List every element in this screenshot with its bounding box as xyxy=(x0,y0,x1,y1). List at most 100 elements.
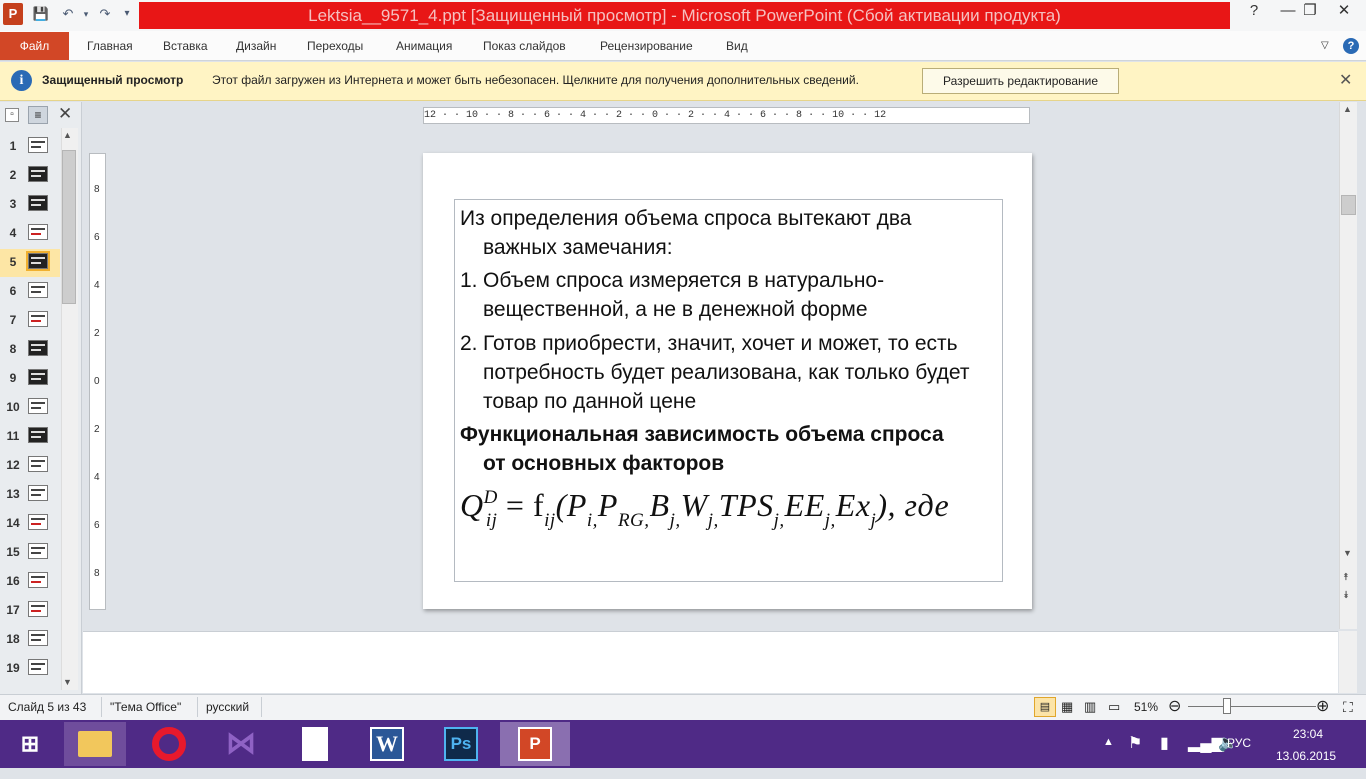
power-icon[interactable]: ▮ xyxy=(1160,733,1169,753)
redo-icon[interactable]: ↷ xyxy=(96,5,114,23)
clock-time[interactable]: 23:04 xyxy=(1293,727,1323,741)
clock-date[interactable]: 13.06.2015 xyxy=(1276,749,1336,763)
help-icon[interactable]: ? xyxy=(1343,38,1359,54)
windows-start-icon[interactable]: ⊞ xyxy=(6,722,54,766)
slide-thumbnail[interactable]: 8 xyxy=(0,336,60,364)
slide-thumbnail-image[interactable] xyxy=(28,514,48,530)
slide-thumbnail-image[interactable] xyxy=(28,485,48,501)
close-icon[interactable]: ✕ xyxy=(1339,70,1352,90)
blank-document-icon[interactable] xyxy=(284,722,346,766)
slides-tab-icon[interactable]: ▫ xyxy=(5,108,19,122)
slide-thumbnail-image[interactable] xyxy=(28,427,48,443)
slide-thumbnail[interactable]: 9 xyxy=(0,365,60,393)
theme-name[interactable]: "Тема Office" xyxy=(110,694,181,720)
photoshop-icon[interactable]: Ps xyxy=(430,722,492,766)
tab-view[interactable]: Вид xyxy=(726,31,748,61)
undo-icon[interactable]: ↶ xyxy=(56,5,80,23)
scroll-up-icon[interactable]: ▲ xyxy=(1343,104,1352,114)
slide-thumbnail-image[interactable] xyxy=(28,630,48,646)
tab-design[interactable]: Дизайн xyxy=(236,31,276,61)
visual-studio-icon[interactable]: ⋈ xyxy=(210,722,272,766)
next-slide-icon[interactable]: ⯯ xyxy=(1343,590,1349,601)
slide-thumbnail-image[interactable] xyxy=(28,369,48,385)
slides-panel-scroll-thumb[interactable] xyxy=(62,150,76,304)
slide-thumbnail[interactable]: 3 xyxy=(0,191,60,219)
slide-thumbnail-image[interactable] xyxy=(26,251,50,271)
scroll-up-icon[interactable]: ▲ xyxy=(63,130,72,140)
slide-thumbnail[interactable]: 1 xyxy=(0,133,60,161)
slideshow-view-icon[interactable]: ▭ xyxy=(1108,694,1120,720)
zoom-level[interactable]: 51% xyxy=(1134,694,1158,720)
slide-thumbnail-image[interactable] xyxy=(28,282,48,298)
scroll-down-icon[interactable]: ▼ xyxy=(1343,548,1352,558)
ribbon-collapse-icon[interactable]: ▽ xyxy=(1321,31,1329,61)
fit-to-window-icon[interactable]: ⛶ xyxy=(1343,694,1353,720)
slide-thumbnail-image[interactable] xyxy=(28,137,48,153)
slide-thumbnail-image[interactable] xyxy=(28,340,48,356)
enable-editing-button[interactable]: Разрешить редактирование xyxy=(922,68,1119,94)
slide-thumbnail[interactable]: 6 xyxy=(0,278,60,306)
slide-number: 3 xyxy=(9,197,17,211)
tab-animation[interactable]: Анимация xyxy=(396,31,452,61)
close-button[interactable]: ✕ xyxy=(1322,0,1366,24)
slide-thumbnail[interactable]: 17 xyxy=(0,597,60,625)
tab-file[interactable]: Файл xyxy=(0,32,69,60)
powerpoint-taskbar-icon[interactable]: P xyxy=(500,722,570,766)
reading-view-icon[interactable]: ▥ xyxy=(1084,694,1096,720)
file-explorer-icon[interactable] xyxy=(64,722,126,766)
zoom-slider-thumb[interactable] xyxy=(1222,698,1231,714)
slide-thumbnail[interactable]: 7 xyxy=(0,307,60,335)
tab-review[interactable]: Рецензирование xyxy=(600,31,693,61)
customize-toolbar-icon[interactable]: ▾ xyxy=(120,5,134,23)
slide-thumbnail[interactable]: 12 xyxy=(0,452,60,480)
action-center-flag-icon[interactable]: ⚑ xyxy=(1128,733,1142,753)
slide-thumbnail-image[interactable] xyxy=(28,398,48,414)
slide-thumbnail[interactable]: 4 xyxy=(0,220,60,248)
slide-sorter-icon[interactable]: ▦ xyxy=(1061,694,1073,720)
powerpoint-app-icon[interactable]: P xyxy=(3,3,23,25)
tab-slideshow[interactable]: Показ слайдов xyxy=(483,31,566,61)
slide-thumbnail[interactable]: 14 xyxy=(0,510,60,538)
slide-thumbnail[interactable]: 11 xyxy=(0,423,60,451)
slide-thumbnail-image[interactable] xyxy=(28,166,48,182)
slide-thumbnail-image[interactable] xyxy=(28,195,48,211)
slide-thumbnail[interactable]: 2 xyxy=(0,162,60,190)
undo-dropdown-icon[interactable]: ▾ xyxy=(80,5,92,23)
slide-thumbnail-image[interactable] xyxy=(28,543,48,559)
slide-thumbnail[interactable]: 16 xyxy=(0,568,60,596)
slide-thumbnail[interactable]: 19 xyxy=(0,655,60,683)
slide-thumbnail[interactable]: 18 xyxy=(0,626,60,654)
normal-view-icon[interactable]: ▤ xyxy=(1034,697,1056,717)
show-hidden-icons[interactable]: ▲ xyxy=(1103,736,1114,748)
previous-slide-icon[interactable]: ⯭ xyxy=(1343,572,1349,583)
outline-tab-icon[interactable]: ≡ xyxy=(28,106,48,124)
slide-thumbnail[interactable]: 13 xyxy=(0,481,60,509)
opera-icon[interactable] xyxy=(138,722,200,766)
slide-thumbnail-image[interactable] xyxy=(28,601,48,617)
input-language[interactable]: РУС xyxy=(1227,736,1251,750)
scroll-down-icon[interactable]: ▼ xyxy=(63,677,72,687)
intro-text: Из определения объема спроса вытекают дв… xyxy=(460,207,912,259)
save-icon[interactable]: 💾 xyxy=(32,5,50,23)
zoom-slider-track[interactable] xyxy=(1188,706,1316,707)
tab-home[interactable]: Главная xyxy=(87,31,133,61)
tab-insert[interactable]: Вставка xyxy=(163,31,208,61)
slide-thumbnail-image[interactable] xyxy=(28,456,48,472)
slide-thumbnail-image[interactable] xyxy=(28,224,48,240)
protected-view-message[interactable]: Этот файл загружен из Интернета и может … xyxy=(212,73,859,87)
slide-thumbnail[interactable]: 5 xyxy=(0,249,60,277)
word-icon[interactable]: W xyxy=(356,722,418,766)
close-panel-icon[interactable]: ✕ xyxy=(58,104,72,124)
zoom-in-icon[interactable]: ⊕ xyxy=(1316,694,1329,720)
language-status[interactable]: русский xyxy=(206,694,249,720)
slide-thumbnail-image[interactable] xyxy=(28,572,48,588)
slide-thumbnail-image[interactable] xyxy=(28,311,48,327)
slide-thumbnail-image[interactable] xyxy=(28,659,48,675)
slide-thumbnail[interactable]: 15 xyxy=(0,539,60,567)
editor-scroll-thumb[interactable] xyxy=(1341,195,1356,215)
notes-scrollbar[interactable] xyxy=(1339,631,1357,693)
tab-transitions[interactable]: Переходы xyxy=(307,31,363,61)
notes-pane[interactable] xyxy=(83,631,1338,693)
slide-thumbnail[interactable]: 10 xyxy=(0,394,60,422)
zoom-out-icon[interactable]: ⊖ xyxy=(1168,694,1181,720)
